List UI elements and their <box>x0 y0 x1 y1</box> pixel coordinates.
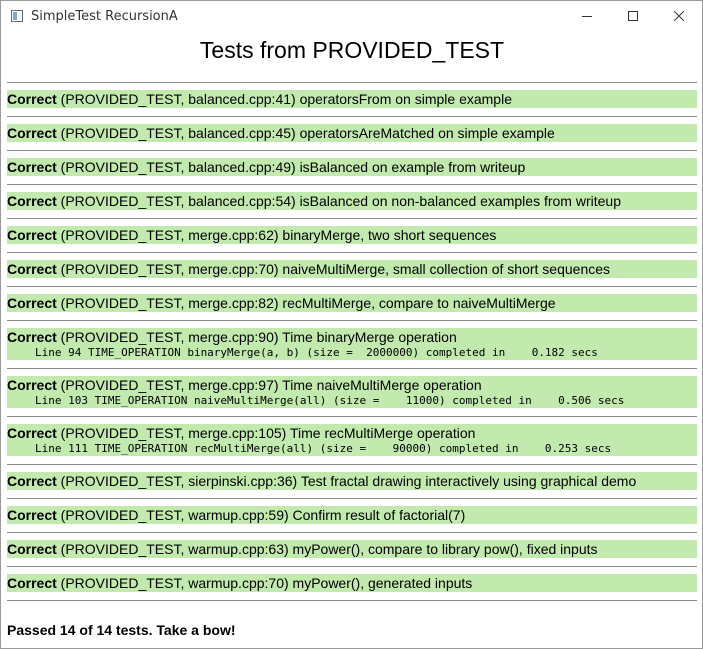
test-result-row: Correct (PROVIDED_TEST, warmup.cpp:59) C… <box>7 506 697 524</box>
test-description: (PROVIDED_TEST, merge.cpp:97) Time naive… <box>56 377 482 393</box>
test-timing-detail: Line 94 TIME_OPERATION binaryMerge(a, b)… <box>35 346 598 359</box>
test-description: (PROVIDED_TEST, balanced.cpp:49) isBalan… <box>56 159 526 175</box>
test-status-label: Correct <box>7 159 57 175</box>
test-result-item: Correct (PROVIDED_TEST, warmup.cpp:59) C… <box>7 499 697 533</box>
test-result-item: Correct (PROVIDED_TEST, merge.cpp:62) bi… <box>7 219 697 253</box>
test-result-row: Correct (PROVIDED_TEST, merge.cpp:82) re… <box>7 294 697 312</box>
test-result-item: Correct (PROVIDED_TEST, merge.cpp:82) re… <box>7 287 697 321</box>
maximize-icon <box>628 11 638 21</box>
test-result-item: Correct (PROVIDED_TEST, merge.cpp:97) Ti… <box>7 369 697 417</box>
test-result-item: Correct (PROVIDED_TEST, warmup.cpp:70) m… <box>7 567 697 601</box>
test-status-label: Correct <box>7 507 57 523</box>
test-status-label: Correct <box>7 541 57 557</box>
app-window: SimpleTest RecursionA Tests from PROVIDE… <box>0 0 703 649</box>
test-result-row: Correct (PROVIDED_TEST, warmup.cpp:70) m… <box>7 574 697 592</box>
test-status-label: Correct <box>7 227 57 243</box>
test-description: (PROVIDED_TEST, warmup.cpp:70) myPower()… <box>56 575 473 591</box>
test-description: (PROVIDED_TEST, merge.cpp:90) Time binar… <box>56 329 457 345</box>
test-list: Correct (PROVIDED_TEST, balanced.cpp:41)… <box>7 83 697 601</box>
test-status-label: Correct <box>7 261 57 277</box>
test-result-row: Correct (PROVIDED_TEST, merge.cpp:62) bi… <box>7 226 697 244</box>
test-description: (PROVIDED_TEST, merge.cpp:82) recMultiMe… <box>56 295 556 311</box>
test-description: (PROVIDED_TEST, balanced.cpp:45) operato… <box>56 125 555 141</box>
test-description: (PROVIDED_TEST, merge.cpp:105) Time recM… <box>56 425 476 441</box>
test-result-item: Correct (PROVIDED_TEST, balanced.cpp:49)… <box>7 151 697 185</box>
app-window-icon <box>11 10 23 22</box>
minimize-icon <box>582 16 592 17</box>
test-status-label: Correct <box>7 473 57 489</box>
test-result-row: Correct (PROVIDED_TEST, merge.cpp:105) T… <box>7 424 697 456</box>
close-icon <box>674 11 684 21</box>
test-result-row: Correct (PROVIDED_TEST, warmup.cpp:63) m… <box>7 540 697 558</box>
test-result-item: Correct (PROVIDED_TEST, sierpinski.cpp:3… <box>7 465 697 499</box>
test-status-label: Correct <box>7 193 57 209</box>
test-result-item: Correct (PROVIDED_TEST, warmup.cpp:63) m… <box>7 533 697 567</box>
test-description: (PROVIDED_TEST, warmup.cpp:59) Confirm r… <box>56 507 466 523</box>
test-result-row: Correct (PROVIDED_TEST, balanced.cpp:54)… <box>7 192 697 210</box>
test-status-label: Correct <box>7 91 57 107</box>
test-result-row: Correct (PROVIDED_TEST, merge.cpp:70) na… <box>7 260 697 278</box>
test-status-label: Correct <box>7 125 57 141</box>
test-result-item: Correct (PROVIDED_TEST, balanced.cpp:54)… <box>7 185 697 219</box>
test-result-row: Correct (PROVIDED_TEST, balanced.cpp:49)… <box>7 158 697 176</box>
test-result-item: Correct (PROVIDED_TEST, balanced.cpp:41)… <box>7 83 697 117</box>
test-result-row: Correct (PROVIDED_TEST, balanced.cpp:45)… <box>7 124 697 142</box>
test-result-row: Correct (PROVIDED_TEST, merge.cpp:97) Ti… <box>7 376 697 408</box>
test-result-row: Correct (PROVIDED_TEST, balanced.cpp:41)… <box>7 90 697 108</box>
test-description: (PROVIDED_TEST, merge.cpp:70) naiveMulti… <box>56 261 611 277</box>
test-result-item: Correct (PROVIDED_TEST, merge.cpp:90) Ti… <box>7 321 697 369</box>
maximize-button[interactable] <box>610 1 656 31</box>
test-result-item: Correct (PROVIDED_TEST, merge.cpp:70) na… <box>7 253 697 287</box>
summary-text: Passed 14 of 14 tests. Take a bow! <box>7 622 236 638</box>
test-status-label: Correct <box>7 575 57 591</box>
test-timing-detail: Line 103 TIME_OPERATION naiveMultiMerge(… <box>35 394 625 407</box>
test-description: (PROVIDED_TEST, warmup.cpp:63) myPower()… <box>56 541 598 557</box>
test-result-row: Correct (PROVIDED_TEST, merge.cpp:90) Ti… <box>7 328 697 360</box>
test-result-item: Correct (PROVIDED_TEST, merge.cpp:105) T… <box>7 417 697 465</box>
test-status-label: Correct <box>7 329 57 345</box>
test-results-panel: Tests from PROVIDED_TEST Correct (PROVID… <box>7 32 697 638</box>
test-result-item: Correct (PROVIDED_TEST, balanced.cpp:45)… <box>7 117 697 151</box>
test-description: (PROVIDED_TEST, balanced.cpp:41) operato… <box>56 91 512 107</box>
test-description: (PROVIDED_TEST, merge.cpp:62) binaryMerg… <box>56 227 497 243</box>
test-timing-detail: Line 111 TIME_OPERATION recMultiMerge(al… <box>35 442 612 455</box>
test-status-label: Correct <box>7 377 57 393</box>
minimize-button[interactable] <box>564 1 610 31</box>
test-result-row: Correct (PROVIDED_TEST, sierpinski.cpp:3… <box>7 472 697 490</box>
close-button[interactable] <box>656 1 702 31</box>
page-title: Tests from PROVIDED_TEST <box>199 37 505 63</box>
test-description: (PROVIDED_TEST, sierpinski.cpp:36) Test … <box>56 473 637 489</box>
title-bar[interactable]: SimpleTest RecursionA <box>1 1 702 31</box>
test-description: (PROVIDED_TEST, balanced.cpp:54) isBalan… <box>56 193 621 209</box>
test-status-label: Correct <box>7 425 57 441</box>
test-status-label: Correct <box>7 295 57 311</box>
window-title: SimpleTest RecursionA <box>31 8 178 24</box>
